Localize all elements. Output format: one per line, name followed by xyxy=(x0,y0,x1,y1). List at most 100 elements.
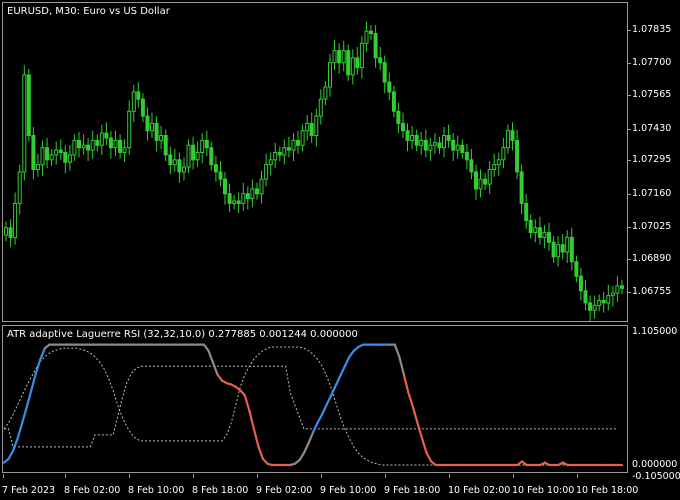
price-tick-mark xyxy=(627,259,631,260)
candle-body-bear xyxy=(483,178,488,185)
rsi-segment-down xyxy=(407,391,415,409)
candle-body-bear xyxy=(547,232,551,243)
candle-body-bull xyxy=(341,50,346,64)
candle-body-bull xyxy=(565,236,570,253)
price-tick-mark xyxy=(627,194,631,195)
candle-body-bear xyxy=(204,139,209,149)
rsi-segment-neutral xyxy=(307,431,315,445)
rsi-segment-up xyxy=(25,389,33,409)
candle-body-bull xyxy=(359,42,364,69)
rsi-segment-up xyxy=(30,372,37,392)
price-tick-label: 1.07565 xyxy=(632,89,672,100)
candle-body-bear xyxy=(213,164,218,173)
candle-body-bear xyxy=(620,285,624,289)
candle-body-bull xyxy=(328,62,332,88)
candle-body-bear xyxy=(396,110,401,124)
price-tick-label: 1.06890 xyxy=(632,253,672,264)
price-tick-label: 1.06755 xyxy=(632,286,672,297)
candle-body-bull xyxy=(182,166,186,173)
price-tick-mark xyxy=(627,292,631,293)
indicator-level-label: 0.000000 xyxy=(632,459,678,470)
candle-body-bull xyxy=(40,147,45,166)
rsi-segment-neutral xyxy=(202,343,210,352)
price-tick-label: 1.07295 xyxy=(632,154,672,165)
candle-body-bull xyxy=(492,164,497,171)
candle-body-bull xyxy=(332,50,337,64)
candle-body-bull xyxy=(13,203,18,238)
candle-body-bear xyxy=(337,50,342,64)
candle-body-bull xyxy=(150,122,154,132)
price-tick-mark xyxy=(627,95,631,96)
candle-body-bear xyxy=(574,261,579,277)
candle-body-bear xyxy=(209,147,214,166)
candle-body-bear xyxy=(154,122,159,141)
time-tick-label: 8 Feb 02:00 xyxy=(64,485,121,496)
price-tick-label: 1.07025 xyxy=(632,221,672,232)
candle-body-bear xyxy=(446,135,451,141)
candle-body-bull xyxy=(597,300,602,306)
candle-body-bull xyxy=(122,147,127,154)
candle-body-bear xyxy=(140,98,145,117)
candle-body-bear xyxy=(551,241,556,258)
candle-body-bull xyxy=(410,135,415,141)
candle-body-bear xyxy=(177,159,182,173)
candle-body-bear xyxy=(378,57,383,64)
candle-body-bear xyxy=(451,139,456,151)
candle-body-bear xyxy=(528,219,533,233)
candle-body-bull xyxy=(610,292,615,297)
candle-body-bear xyxy=(560,244,565,253)
rsi-segment-neutral xyxy=(398,355,405,376)
candle-body-bear xyxy=(405,130,410,141)
rsi-segment-up xyxy=(334,374,342,387)
candle-body-bull xyxy=(505,130,510,149)
time-tick-label: 10 Feb 02:00 xyxy=(448,485,511,496)
rsi-segment-up xyxy=(325,394,333,406)
time-tick-mark xyxy=(193,474,194,478)
candle-body-bear xyxy=(296,139,300,146)
rsi-segment-neutral xyxy=(211,361,219,376)
rsi-segment-down xyxy=(425,451,433,463)
time-tick-mark xyxy=(449,474,450,478)
candle-body-bull xyxy=(159,135,164,141)
candle-body-bull xyxy=(90,139,95,151)
rsi-segment-neutral xyxy=(393,343,401,358)
candle-body-bear xyxy=(601,300,606,304)
candle-body-bull xyxy=(67,154,72,163)
candle-body-bull xyxy=(432,142,437,146)
candle-body-bear xyxy=(63,152,68,163)
candle-body-bull xyxy=(300,130,305,146)
candle-body-bull xyxy=(478,178,483,190)
price-tick-label: 1.07835 xyxy=(632,24,672,35)
rsi-segment-up xyxy=(343,355,351,368)
candle-body-bear xyxy=(8,227,13,238)
candle-body-bear xyxy=(191,144,196,161)
time-tick-label: 8 Feb 10:00 xyxy=(128,485,185,496)
rsi-segment-down xyxy=(252,427,260,448)
candle-body-bull xyxy=(606,295,611,304)
rsi-segment-down xyxy=(257,445,265,461)
candle-body-bull xyxy=(81,144,86,149)
candle-body-bear xyxy=(588,302,593,311)
candle-body-bear xyxy=(519,171,524,204)
rsi-segment-up xyxy=(39,347,47,361)
candle-body-bear xyxy=(31,135,36,170)
time-tick-mark xyxy=(65,474,66,478)
candle-body-bear xyxy=(227,193,232,204)
candle-body-bear xyxy=(423,139,428,151)
rsi-segment-up xyxy=(34,358,42,375)
candle-body-bull xyxy=(259,178,264,195)
price-tick-mark xyxy=(627,63,631,64)
candle-body-bull xyxy=(268,159,273,166)
candle-body-bull xyxy=(291,139,296,151)
candle-body-bull xyxy=(4,227,8,236)
candle-body-bull xyxy=(496,159,501,166)
candle-body-bull xyxy=(250,188,255,200)
rsi-segment-up xyxy=(16,421,24,440)
rsi-segment-down xyxy=(402,373,410,394)
candle-body-bear xyxy=(346,50,351,76)
candle-body-bull xyxy=(419,139,424,146)
chart-canvas xyxy=(2,21,624,467)
candle-body-bull xyxy=(455,144,460,151)
candle-body-bear xyxy=(391,91,396,112)
candle-body-bull xyxy=(49,154,54,161)
